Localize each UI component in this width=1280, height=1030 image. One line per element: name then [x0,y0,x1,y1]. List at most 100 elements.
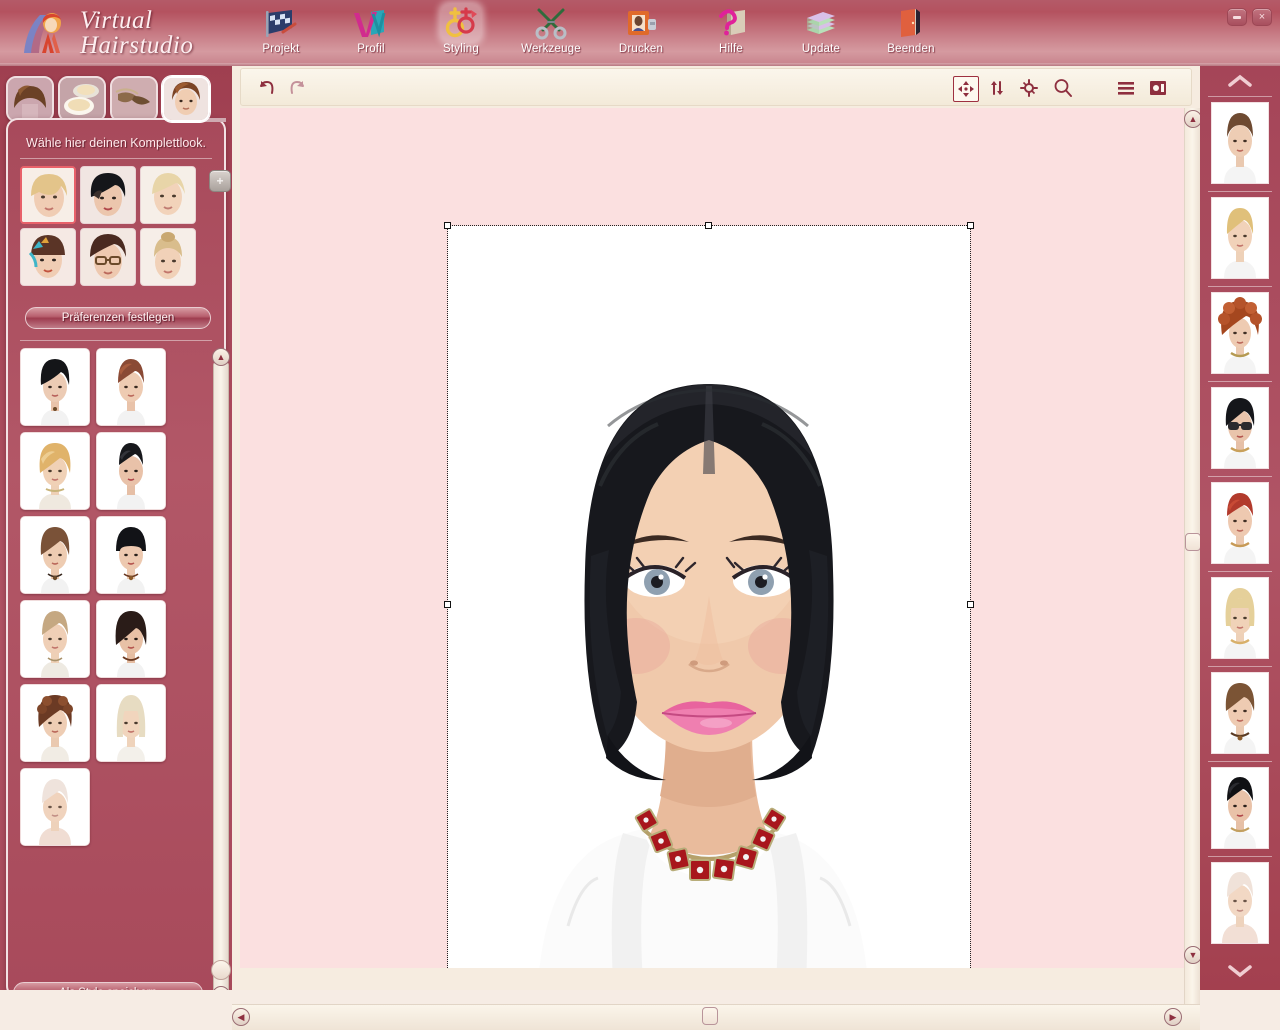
canvas-scroll-left-button[interactable]: ◀ [232,1008,250,1026]
flip-tool-button[interactable] [985,76,1009,100]
menu-button[interactable] [1114,76,1138,100]
scroll-up-arrow-icon: ▲ [1189,115,1198,124]
selection-handle-ml[interactable] [444,601,451,608]
chevron-up-icon [1228,74,1252,88]
preview-list[interactable] [1200,96,1280,956]
look-item-blonde-bob[interactable] [20,166,76,224]
selection-handle-mr[interactable] [967,601,974,608]
style-item-dark-brown-long[interactable] [96,600,166,678]
look-item-colorful-bangs[interactable] [20,228,76,286]
panel-title: Wähle hier deinen Komplettlook. [8,136,224,150]
preview-item-white-short[interactable] [1200,856,1280,951]
model-portrait[interactable] [448,226,970,968]
minimize-icon [1233,16,1241,19]
canvas-horizontal-scrollbar[interactable]: ◀ ▶ [232,1004,1200,1030]
minimize-button[interactable] [1227,8,1247,26]
style-item-black-bob[interactable] [20,348,90,426]
style-item-blonde-wavy[interactable] [20,432,90,510]
hair-wig-icon [8,78,52,120]
style-item-brown-bob[interactable] [20,516,90,594]
scroll-left-arrow-icon: ◀ [238,1013,245,1022]
style-item-black-pixie[interactable] [96,432,166,510]
preferences-button[interactable]: Präferenzen festlegen [25,307,211,329]
style-item-auburn-short[interactable] [96,348,166,426]
style-item-platinum-straight[interactable] [96,684,166,762]
add-look-button[interactable]: + [209,170,231,192]
flip-vertical-icon [988,79,1006,97]
style-item-chestnut-curls[interactable] [20,684,90,762]
rotate-tool-button[interactable] [1017,76,1041,100]
close-icon: × [1259,12,1265,23]
toolbar-label-hilfe: Hilfe [719,43,743,55]
scrollbar-thumb[interactable] [211,960,231,980]
toolbar-item-hilfe[interactable]: Hilfe [686,0,776,64]
update-books-icon [801,4,841,42]
makeup-compact-icon [60,78,104,120]
photo-frame-icon [1148,79,1168,97]
move-tool-button[interactable] [953,76,979,102]
preview-item-red-curly[interactable] [1200,286,1280,381]
canvas-scroll-right-button[interactable]: ▶ [1164,1008,1182,1026]
magnifier-icon [1053,78,1073,98]
selection-handle-tl[interactable] [444,222,451,229]
preview-item-brown-bob[interactable] [1200,666,1280,761]
app-title-line2: Hairstudio [80,33,193,58]
frame-button[interactable] [1146,76,1170,100]
toolbar-label-werkzeuge: Werkzeuge [521,43,581,55]
preview-item-black-crop[interactable] [1200,761,1280,856]
complete-look-tab[interactable] [162,76,210,122]
toolbar-item-profil[interactable]: Profil [326,0,416,64]
style-item-white-short[interactable] [20,768,90,846]
look-item-blonde-pixie[interactable] [140,166,196,224]
scroll-down-arrow-icon: ▼ [1189,951,1198,960]
glasses-tab[interactable] [110,76,158,122]
right-scroll-up-button[interactable] [1200,66,1280,96]
toolbar-label-beenden: Beenden [887,43,934,55]
toolbar-item-update[interactable]: Update [776,0,866,64]
preview-item-red-pixie[interactable] [1200,476,1280,571]
category-tabs [6,76,226,124]
style-list-scrollbar[interactable]: ▲ ▼ [210,348,232,990]
canvas-area[interactable] [240,108,1184,968]
right-scroll-down-button[interactable] [1200,956,1280,986]
toolbar-label-projekt: Projekt [262,43,299,55]
toolbar-item-beenden[interactable]: Beenden [866,0,956,64]
toolbar-item-werkzeuge[interactable]: Werkzeuge [506,0,596,64]
style-item-black-bowl[interactable] [96,516,166,594]
application-window: Virtual Hairstudio Projekt [0,0,1280,990]
scroll-up-button[interactable]: ▲ [212,348,230,366]
selection-handle-tr[interactable] [967,222,974,229]
canvas-hscroll-thumb[interactable] [702,1007,718,1025]
style-item-ash-blonde-short[interactable] [20,600,90,678]
look-item-black-short[interactable] [80,166,136,224]
look-item-blonde-updo[interactable] [140,228,196,286]
look-item-brunette-glasses[interactable] [80,228,136,286]
scrollbar-track[interactable] [213,362,229,990]
styling-scissors-icon [441,4,481,42]
look-grid [20,166,196,286]
canvas-vscroll-thumb[interactable] [1185,533,1201,551]
preview-item-brown-updo[interactable] [1200,96,1280,191]
zoom-tool-button[interactable] [1051,76,1075,100]
window-controls: × [1227,8,1272,26]
close-button[interactable]: × [1252,8,1272,26]
toolbar-item-drucken[interactable]: Drucken [596,0,686,64]
toolbar-item-styling[interactable]: Styling [416,0,506,64]
save-style-button[interactable]: Als Style speichern [13,982,203,990]
preview-item-black-sunglasses[interactable] [1200,381,1280,476]
divider-middle [20,340,212,341]
makeup-tab[interactable] [58,76,106,122]
app-logo: Virtual Hairstudio [18,4,228,62]
print-icon [621,4,661,42]
redo-button[interactable] [285,76,309,100]
preview-item-blonde-short[interactable] [1200,191,1280,286]
preview-item-blonde-bangs[interactable] [1200,571,1280,666]
selection-handle-tc[interactable] [705,222,712,229]
hamburger-menu-icon [1116,79,1136,97]
style-list[interactable] [20,348,198,990]
hair-tab[interactable] [6,76,54,122]
canvas-vertical-scrollbar[interactable]: ▲ ▼ [1184,108,1200,1004]
toolbar-item-projekt[interactable]: Projekt [236,0,326,64]
undo-button[interactable] [255,76,279,100]
rotate-target-icon [1020,79,1038,97]
